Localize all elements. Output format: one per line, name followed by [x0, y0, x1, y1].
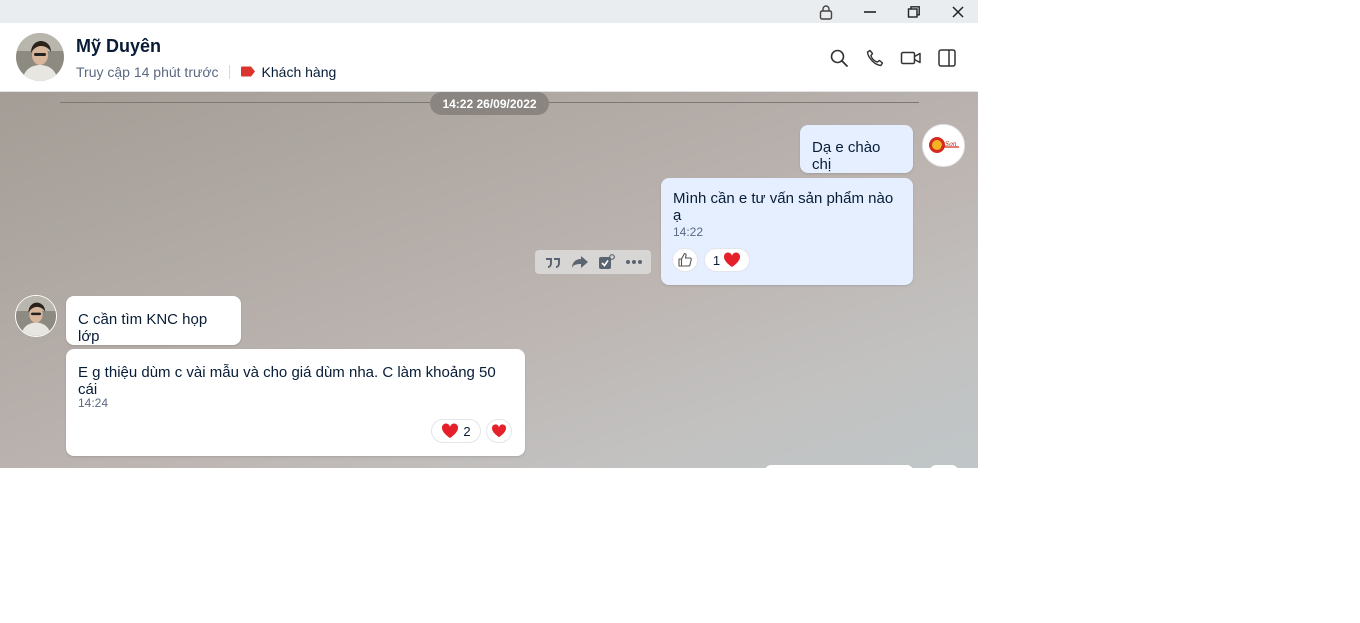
message-list[interactable]: 14:22 26/09/2022 Sơn Dạ e chào chị Mình … [0, 92, 978, 468]
message-text: Dạ e chào chị [812, 139, 881, 173]
divider [228, 65, 230, 79]
reaction-summary[interactable]: 1 [704, 248, 750, 272]
minimize-icon[interactable] [850, 0, 890, 23]
message-bubble-outgoing[interactable]: Mình cần e tư vấn sản phẩm nào ạ 14:22 1 [661, 178, 913, 285]
reaction-count: 1 [712, 252, 721, 268]
message-bubble-incoming[interactable]: E g thiệu dùm c vài mẫu và cho giá dùm n… [66, 349, 525, 456]
thumbs-up-icon [678, 252, 692, 267]
todo-icon[interactable] [595, 252, 619, 272]
tag-icon[interactable] [240, 64, 256, 80]
message-bubble-outgoing[interactable]: Dạ e chào chị [800, 125, 913, 173]
contact-avatar[interactable] [16, 33, 64, 81]
more-icon[interactable] [622, 252, 646, 272]
sidebar-toggle-icon[interactable] [934, 45, 960, 71]
quote-icon[interactable] [541, 252, 565, 272]
message-bubble-outgoing-partial [765, 465, 913, 468]
reaction-summary[interactable]: 2 [431, 419, 481, 443]
message-text: E g thiệu dùm c vài mẫu và cho giá dùm n… [78, 364, 496, 398]
conversation-header: Mỹ Duyên Truy cập 14 phút trước Khách hà… [0, 23, 978, 92]
svg-text:Sơn: Sơn [945, 141, 957, 148]
message-text: Mình cần e tư vấn sản phẩm nào ạ [673, 190, 894, 224]
search-icon[interactable] [826, 45, 852, 71]
reaction-count: 2 [463, 423, 471, 439]
contact-avatar-small[interactable] [15, 295, 57, 337]
contact-name[interactable]: Mỹ Duyên [76, 36, 161, 57]
video-icon[interactable] [898, 45, 924, 71]
heart-icon [491, 424, 507, 438]
message-time: 14:24 [78, 396, 109, 410]
message-text: C cần tìm KNC họp lớp [78, 311, 208, 345]
my-avatar[interactable]: Sơn [922, 124, 965, 167]
last-seen-text: Truy cập 14 phút trước [76, 64, 219, 80]
my-avatar-partial [930, 465, 958, 468]
date-divider: 14:22 26/09/2022 [430, 92, 549, 115]
title-bar [0, 0, 978, 23]
customer-tag-label[interactable]: Khách hàng [262, 64, 337, 80]
forward-icon[interactable] [568, 252, 592, 272]
lock-icon[interactable] [806, 0, 846, 23]
chat-window: Mỹ Duyên Truy cập 14 phút trước Khách hà… [0, 0, 978, 468]
heart-icon [724, 252, 741, 267]
message-action-toolbar [535, 250, 651, 274]
contact-status-row: Truy cập 14 phút trước Khách hàng [76, 64, 336, 80]
phone-icon[interactable] [862, 45, 888, 71]
like-button[interactable] [672, 248, 698, 272]
heart-icon [442, 423, 459, 438]
message-time: 14:22 [673, 225, 704, 239]
restore-icon[interactable] [894, 0, 934, 23]
react-heart-button[interactable] [486, 419, 512, 443]
message-bubble-incoming[interactable]: C cần tìm KNC họp lớp [66, 296, 241, 345]
close-icon[interactable] [938, 0, 978, 23]
